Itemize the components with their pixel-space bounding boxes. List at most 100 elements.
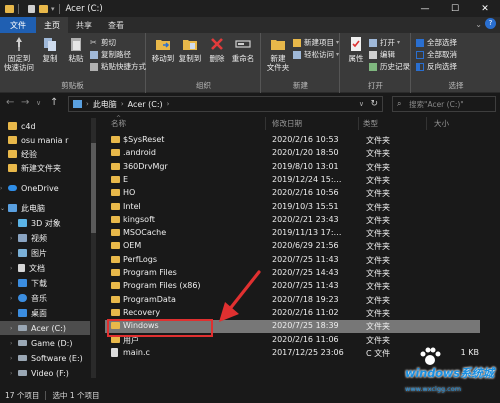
tab-view[interactable]: 查看 — [100, 17, 132, 33]
file-name: $SysReset — [123, 135, 165, 144]
nav-item-this-pc[interactable]: ⌄ 此电脑 — [0, 201, 90, 215]
nav-item-label: 3D 对象 — [31, 218, 61, 228]
refresh-icon[interactable]: ↻ — [370, 99, 378, 109]
nav-item-pictures[interactable]: › 图片 — [0, 246, 90, 260]
expand-arrow-icon[interactable]: › — [0, 185, 8, 192]
delete-button[interactable]: 删除 — [204, 36, 230, 63]
copy-path-button[interactable]: 复制路径 — [90, 49, 131, 60]
nav-item-drive-c[interactable]: › Acer (C:) — [0, 321, 90, 335]
nav-item-drive-f[interactable]: › Video (F:) — [0, 366, 90, 380]
breadcrumb-drive-c[interactable]: Acer (C:) — [128, 100, 163, 109]
select-all-button[interactable]: 全部选择 — [416, 37, 457, 48]
open-button[interactable]: 打开 ▾ — [369, 37, 400, 48]
file-row[interactable]: MSOCache 2019/11/13 17:… 文件夹 — [105, 227, 480, 240]
file-name: HO — [123, 188, 136, 198]
highlight-box — [107, 319, 213, 337]
file-name: main.c — [123, 347, 150, 357]
nav-item-documents[interactable]: › 文档 — [0, 261, 90, 275]
copy-to-button[interactable]: 复制到 — [177, 36, 203, 63]
nav-item-desktop[interactable]: › 桌面 — [0, 306, 90, 320]
new-folder-label: 新建 文件夹 — [266, 54, 290, 72]
edit-button[interactable]: 编辑 — [369, 49, 395, 60]
tab-file[interactable]: 文件 — [0, 17, 36, 33]
file-row[interactable]: Recovery 2020/2/16 11:02 文件夹 — [105, 307, 480, 320]
invert-selection-button[interactable]: 反向选择 — [416, 61, 457, 72]
pin-label: 固定到 快速访问 — [4, 54, 34, 72]
properties-quick-icon[interactable] — [28, 4, 35, 13]
expand-arrow-icon[interactable]: ⌄ — [0, 205, 8, 212]
file-name: Recovery — [123, 307, 161, 317]
copy-button[interactable]: 复制 — [37, 36, 63, 63]
new-item-button[interactable]: 新建项目 ▾ — [293, 37, 339, 48]
search-input[interactable]: ⌕ 搜索"Acer (C:)" — [392, 96, 496, 112]
nav-scrollbar[interactable] — [91, 118, 96, 378]
column-header-date[interactable]: 修改日期 — [272, 118, 302, 129]
select-none-button[interactable]: 全部取消 — [416, 49, 457, 60]
column-header-size[interactable]: 大小 — [434, 118, 449, 129]
maximize-button[interactable]: ☐ — [440, 0, 470, 17]
file-row[interactable]: Program Files 2020/7/25 14:43 文件夹 — [105, 267, 480, 280]
minimize-button[interactable]: — — [410, 0, 440, 17]
history-button[interactable]: 历史记录 — [369, 61, 410, 72]
nav-item-c4d[interactable]: c4d — [0, 119, 90, 133]
cut-button[interactable]: ✂ 剪切 — [90, 37, 116, 48]
new-folder-quick-icon[interactable] — [39, 4, 48, 13]
file-row[interactable]: HO 2020/2/16 10:56 文件夹 — [105, 187, 480, 200]
nav-item-downloads[interactable]: › 下载 — [0, 276, 90, 290]
file-row[interactable]: kingsoft 2020/2/21 23:43 文件夹 — [105, 214, 480, 227]
new-folder-button[interactable]: 新建 文件夹 — [264, 36, 292, 72]
properties-button[interactable]: 属性 — [343, 36, 369, 63]
search-placeholder: 搜索"Acer (C:)" — [409, 99, 464, 109]
file-row[interactable]: OEM 2020/6/29 21:56 文件夹 — [105, 240, 480, 253]
tab-share[interactable]: 共享 — [68, 17, 100, 33]
folder-icon — [111, 229, 120, 237]
scissors-icon: ✂ — [90, 37, 97, 47]
nav-item-3d-objects[interactable]: › 3D 对象 — [0, 216, 90, 230]
pin-quick-access-button[interactable]: 固定到 快速访问 — [3, 36, 35, 72]
back-arrow-icon[interactable]: ← — [6, 97, 14, 108]
file-row[interactable]: E 2019/12/24 15:… 文件夹 — [105, 174, 480, 187]
file-row[interactable]: ProgramData 2020/7/18 19:23 文件夹 — [105, 294, 480, 307]
paste-button[interactable]: 粘贴 — [63, 36, 89, 63]
quick-access-dropdown-icon[interactable]: ▾ — [51, 5, 55, 13]
up-arrow-icon[interactable]: ↑ — [50, 97, 58, 108]
address-dropdown-icon[interactable]: ∨ — [359, 100, 364, 108]
invert-selection-label: 反向选择 — [427, 62, 457, 71]
file-row[interactable]: Program Files (x86) 2020/7/25 11:43 文件夹 — [105, 280, 480, 293]
computer-icon — [73, 100, 82, 108]
tab-home[interactable]: 主页 — [36, 17, 68, 33]
nav-item-label: 音乐 — [31, 293, 47, 303]
nav-item-videos[interactable]: › 视频 — [0, 231, 90, 245]
chevron-down-icon: ▾ — [336, 39, 340, 46]
file-row[interactable]: PerfLogs 2020/7/25 11:43 文件夹 — [105, 254, 480, 267]
file-row[interactable]: .android 2020/1/20 18:50 文件夹 — [105, 147, 480, 160]
nav-item-label: 文档 — [29, 263, 45, 273]
nav-item-music[interactable]: › 音乐 — [0, 291, 90, 305]
file-type: 文件夹 — [366, 229, 390, 239]
file-name: PerfLogs — [123, 254, 158, 264]
breadcrumb-this-pc[interactable]: 此电脑 — [93, 99, 117, 110]
file-row[interactable]: $SysReset 2020/2/16 10:53 文件夹 — [105, 134, 480, 147]
forward-arrow-icon[interactable]: → — [21, 97, 29, 108]
nav-item-osu[interactable]: osu mania r — [0, 133, 90, 147]
column-header-type[interactable]: 类型 — [363, 118, 378, 129]
close-button[interactable]: ✕ — [470, 0, 500, 17]
easy-access-button[interactable]: 轻松访问 ▾ — [293, 49, 339, 60]
nav-item-drive-d[interactable]: › Game (D:) — [0, 336, 90, 350]
recent-locations-icon[interactable]: ∨ — [36, 99, 41, 107]
address-bar[interactable]: › 此电脑 › Acer (C:) › ∨ ↻ — [68, 96, 383, 112]
file-row[interactable]: 360DrvMgr 2019/8/10 13:01 文件夹 — [105, 161, 480, 174]
ribbon-collapse-icon[interactable]: ⌄ — [475, 20, 482, 29]
paste-shortcut-button[interactable]: 粘贴快捷方式 — [90, 61, 146, 72]
nav-item-new-folder[interactable]: 新建文件夹 — [0, 161, 90, 175]
rename-button[interactable]: 重命名 — [230, 36, 256, 63]
help-icon[interactable]: ? — [485, 18, 496, 29]
nav-item-label: 新建文件夹 — [21, 163, 61, 173]
nav-scrollbar-thumb[interactable] — [91, 143, 96, 233]
nav-item-onedrive[interactable]: › OneDrive — [0, 181, 90, 195]
file-row[interactable]: Intel 2019/10/3 15:51 文件夹 — [105, 201, 480, 214]
column-header-name[interactable]: 名称 — [111, 118, 126, 129]
nav-item-drive-e[interactable]: › Software (E:) — [0, 351, 90, 365]
nav-item-experience[interactable]: 经验 — [0, 147, 90, 161]
move-to-button[interactable]: 移动到 — [150, 36, 176, 63]
